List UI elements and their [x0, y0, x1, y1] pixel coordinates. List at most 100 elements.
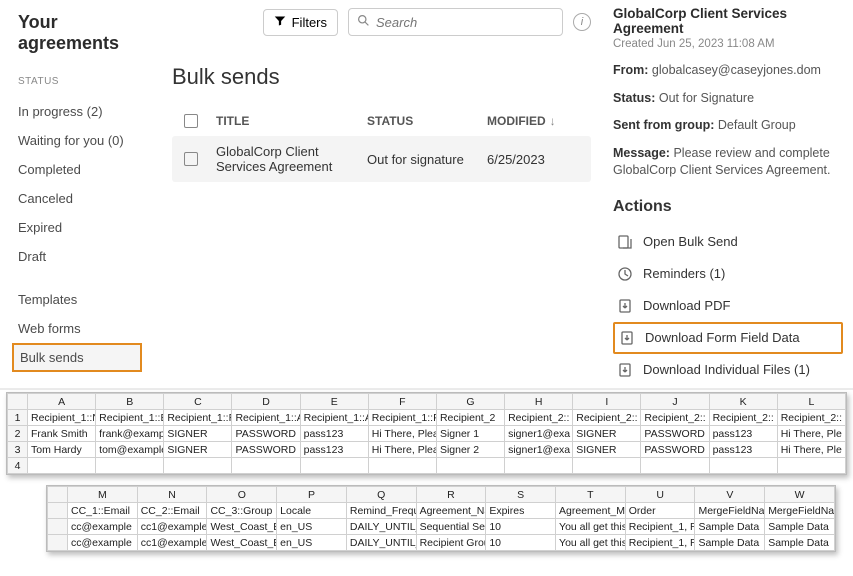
action-open-bulk-send[interactable]: Open Bulk Send — [613, 226, 843, 258]
cell: Recipient_1::Auth — [232, 410, 300, 426]
spreadsheet-1: ABCDEFGHIJKL1Recipient_1::NameRecipient_… — [6, 392, 847, 475]
action-label: Download Individual Files (1) — [643, 362, 810, 377]
main-content: Filters i Bulk sends TITLE STATUS MODIFI… — [160, 0, 603, 388]
cell: Sample Data — [765, 519, 835, 535]
search-field[interactable] — [348, 8, 563, 36]
cell — [436, 458, 504, 474]
filters-label: Filters — [292, 15, 327, 30]
col-head: C — [164, 394, 232, 410]
cell: Recipient_1::Private — [368, 410, 436, 426]
table-row[interactable]: GlobalCorp Client Services AgreementOut … — [172, 136, 591, 182]
sidebar-item[interactable]: Templates — [18, 285, 160, 314]
cell: Hi There, Ple — [777, 442, 845, 458]
cell: Sample Data — [695, 535, 765, 551]
col-head: T — [556, 487, 626, 503]
info-icon[interactable]: i — [573, 13, 591, 31]
col-head: V — [695, 487, 765, 503]
cell: pass123 — [300, 442, 368, 458]
cell: PASSWORD — [641, 442, 709, 458]
row-title: GlobalCorp Client Services Agreement — [216, 144, 367, 174]
cell — [573, 458, 641, 474]
cell: DAILY_UNTIL_SIGNED — [346, 519, 416, 535]
cell: cc@example — [68, 519, 138, 535]
cell: cc@example — [68, 535, 138, 551]
agreement-title: GlobalCorp Client Services Agreement — [613, 6, 843, 36]
row-head — [48, 535, 68, 551]
spreadsheet-2: MNOPQRSTUVWCC_1::EmailCC_2::EmailCC_3::G… — [46, 485, 836, 552]
col-head: I — [573, 394, 641, 410]
row-checkbox[interactable] — [184, 152, 198, 166]
cell — [368, 458, 436, 474]
cell: Recipient_2 — [436, 410, 504, 426]
table-header: TITLE STATUS MODIFIED↓ — [172, 106, 591, 136]
sidebar-item[interactable]: Bulk sends — [12, 343, 142, 372]
col-head: A — [28, 394, 96, 410]
cell — [164, 458, 232, 474]
filters-button[interactable]: Filters — [263, 9, 338, 36]
cell: Hi There, Please Sign — [368, 426, 436, 442]
cell: tom@example.co — [96, 442, 164, 458]
col-head: L — [777, 394, 845, 410]
col-head: E — [300, 394, 368, 410]
cell: 10 — [486, 535, 556, 551]
filter-icon — [274, 15, 286, 30]
action-download-form-field-data[interactable]: Download Form Field Data — [613, 322, 843, 354]
search-input[interactable] — [376, 15, 554, 30]
cell: SIGNER — [573, 426, 641, 442]
col-head: B — [96, 394, 164, 410]
col-status[interactable]: STATUS — [367, 114, 487, 128]
status-row: Status: Out for Signature — [613, 90, 843, 108]
cell: Hi There, Please Sign — [368, 442, 436, 458]
col-head: R — [416, 487, 486, 503]
col-head: F — [368, 394, 436, 410]
col-title[interactable]: TITLE — [216, 114, 367, 128]
col-head: G — [436, 394, 504, 410]
cell: Hi There, Ple — [777, 426, 845, 442]
action-download-individual-files-1-[interactable]: Download Individual Files (1) — [613, 354, 843, 386]
created-date: Created Jun 25, 2023 11:08 AM — [613, 38, 843, 50]
cell — [96, 458, 164, 474]
sidebar-item[interactable]: In progress (2) — [18, 97, 160, 126]
col-head: W — [765, 487, 835, 503]
cell: 10 — [486, 519, 556, 535]
cell — [28, 458, 96, 474]
action-reminders-1-[interactable]: Reminders (1) — [613, 258, 843, 290]
action-download-pdf[interactable]: Download PDF — [613, 290, 843, 322]
cell: pass123 — [709, 426, 777, 442]
action-label: Open Bulk Send — [643, 234, 738, 249]
row-head: 2 — [8, 426, 28, 442]
sidebar-item[interactable]: Completed — [18, 155, 160, 184]
select-all-checkbox[interactable] — [184, 114, 198, 128]
cell: Sample Data — [695, 519, 765, 535]
sidebar: Your agreements STATUS In progress (2)Wa… — [0, 0, 160, 388]
row-modified: 6/25/2023 — [487, 152, 587, 167]
cell: Sequential Send - s — [416, 519, 486, 535]
col-modified[interactable]: MODIFIED↓ — [487, 114, 587, 128]
sidebar-item[interactable]: Web forms — [18, 314, 160, 343]
status-section-label: STATUS — [18, 76, 160, 87]
cell: Recipient_1, Recip — [625, 535, 695, 551]
col-head: J — [641, 394, 709, 410]
col-head: O — [207, 487, 277, 503]
message-row: Message: Please review and complete Glob… — [613, 145, 843, 180]
sidebar-item[interactable]: Expired — [18, 213, 160, 242]
group-row: Sent from group: Default Group — [613, 117, 843, 135]
cell: West_Coast_E — [207, 519, 277, 535]
cell: Recipient_1::Name — [28, 410, 96, 426]
cell: Recipient_2:: — [573, 410, 641, 426]
page-title: Your agreements — [18, 12, 160, 54]
row-status: Out for signature — [367, 152, 487, 167]
search-icon — [357, 14, 370, 30]
row-head: 4 — [8, 458, 28, 474]
cell: SIGNER — [573, 442, 641, 458]
actions-heading: Actions — [613, 198, 843, 216]
sidebar-item[interactable]: Canceled — [18, 184, 160, 213]
row-head: 3 — [8, 442, 28, 458]
cell: SIGNER — [164, 442, 232, 458]
sidebar-item[interactable]: Draft — [18, 242, 160, 271]
cell: You all get this message — [556, 535, 626, 551]
sidebar-item[interactable]: Waiting for you (0) — [18, 126, 160, 155]
cell: Recipient Group se — [416, 535, 486, 551]
spreadsheet-section: ABCDEFGHIJKL1Recipient_1::NameRecipient_… — [0, 390, 853, 576]
cell: Recipient_1::Auth — [300, 410, 368, 426]
